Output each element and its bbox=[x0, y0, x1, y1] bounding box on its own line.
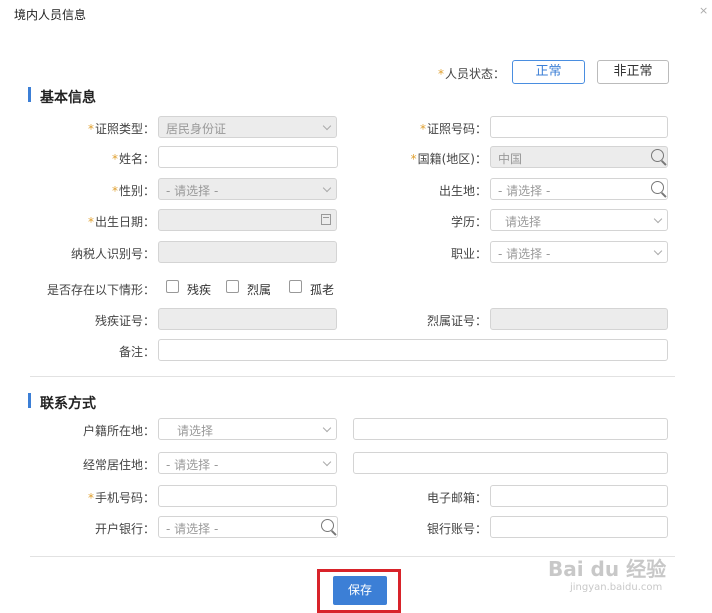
section-marker bbox=[28, 87, 31, 102]
chevron-down-icon bbox=[653, 214, 663, 224]
watermark-url: jingyan.baidu.com bbox=[570, 582, 663, 593]
contact-heading: 联系方式 bbox=[40, 396, 96, 412]
basic-info-heading: 基本信息 bbox=[40, 90, 96, 106]
martyr-number-input[interactable] bbox=[490, 308, 668, 330]
birthplace-input[interactable]: - 请选择 - bbox=[490, 178, 668, 200]
martyr-family-checkbox[interactable] bbox=[226, 280, 239, 293]
taxid-label: 纳税人识别号： bbox=[70, 247, 155, 261]
bank-input[interactable]: - 请选择 - bbox=[158, 516, 338, 538]
calendar-icon[interactable] bbox=[321, 214, 331, 225]
household-address-input[interactable] bbox=[353, 418, 668, 440]
divider bbox=[30, 376, 675, 377]
section-marker bbox=[28, 393, 31, 408]
name-input[interactable] bbox=[158, 146, 338, 168]
elderly-checkbox-label: 孤老 bbox=[310, 283, 335, 297]
close-icon[interactable]: × bbox=[699, 4, 708, 17]
id-number-label: *证照号码： bbox=[419, 122, 487, 136]
birthplace-label: 出生地： bbox=[438, 184, 487, 198]
household-select[interactable]: 请选择 bbox=[158, 418, 337, 440]
id-type-label: *证照类型： bbox=[87, 122, 155, 136]
chevron-down-icon bbox=[322, 183, 332, 193]
status-abnormal-button[interactable]: 非正常 bbox=[597, 60, 669, 84]
gender-label: *性别： bbox=[111, 184, 155, 198]
household-label: 户籍所在地： bbox=[82, 424, 155, 438]
mobile-label: *手机号码： bbox=[87, 491, 155, 505]
residence-label: 经常居住地： bbox=[82, 458, 155, 472]
birthdate-label: *出生日期： bbox=[87, 215, 155, 229]
id-number-input[interactable] bbox=[490, 116, 668, 138]
chevron-down-icon bbox=[653, 246, 663, 256]
watermark-brand: Bai du 经验 bbox=[548, 557, 667, 581]
dialog-title: 境内人员信息 bbox=[14, 8, 87, 22]
disabled-checkbox[interactable] bbox=[166, 280, 179, 293]
residence-address-input[interactable] bbox=[353, 452, 668, 474]
taxid-input[interactable] bbox=[158, 241, 337, 263]
job-select[interactable]: - 请选择 - bbox=[490, 241, 668, 263]
search-icon[interactable] bbox=[651, 181, 664, 194]
status-normal-button[interactable]: 正常 bbox=[512, 60, 585, 84]
account-input[interactable] bbox=[490, 516, 668, 538]
situation-label: 是否存在以下情形： bbox=[46, 283, 155, 297]
bank-label: 开户银行： bbox=[94, 522, 155, 536]
martyr-number-label: 烈属证号： bbox=[426, 314, 487, 328]
residence-select[interactable]: - 请选择 - bbox=[158, 452, 337, 474]
elderly-checkbox[interactable] bbox=[289, 280, 302, 293]
chevron-down-icon bbox=[322, 423, 332, 433]
remark-input[interactable] bbox=[158, 339, 668, 361]
job-label: 职业： bbox=[450, 247, 487, 261]
gender-select[interactable]: - 请选择 - bbox=[158, 178, 337, 200]
education-select[interactable]: 请选择 bbox=[490, 209, 668, 231]
disabled-checkbox-label: 残疾 bbox=[187, 283, 212, 297]
save-button[interactable]: 保存 bbox=[333, 576, 387, 605]
search-icon[interactable] bbox=[321, 519, 334, 532]
email-input[interactable] bbox=[490, 485, 668, 507]
disability-number-label: 残疾证号： bbox=[94, 314, 155, 328]
status-label: *人员状态： bbox=[438, 67, 506, 81]
chevron-down-icon bbox=[322, 121, 332, 131]
martyr-family-checkbox-label: 烈属 bbox=[247, 283, 272, 297]
search-icon[interactable] bbox=[651, 149, 664, 162]
country-input[interactable]: 中国 bbox=[490, 146, 668, 168]
id-type-select[interactable]: 居民身份证 bbox=[158, 116, 337, 138]
chevron-down-icon bbox=[322, 457, 332, 467]
name-label: *姓名： bbox=[111, 152, 155, 166]
remark-label: 备注： bbox=[118, 345, 155, 359]
mobile-input[interactable] bbox=[158, 485, 337, 507]
disability-number-input[interactable] bbox=[158, 308, 337, 330]
account-label: 银行账号： bbox=[426, 522, 487, 536]
education-label: 学历： bbox=[450, 215, 487, 229]
birthdate-input[interactable] bbox=[158, 209, 337, 231]
email-label: 电子邮箱： bbox=[426, 491, 487, 505]
country-label: *国籍(地区)： bbox=[410, 152, 487, 166]
